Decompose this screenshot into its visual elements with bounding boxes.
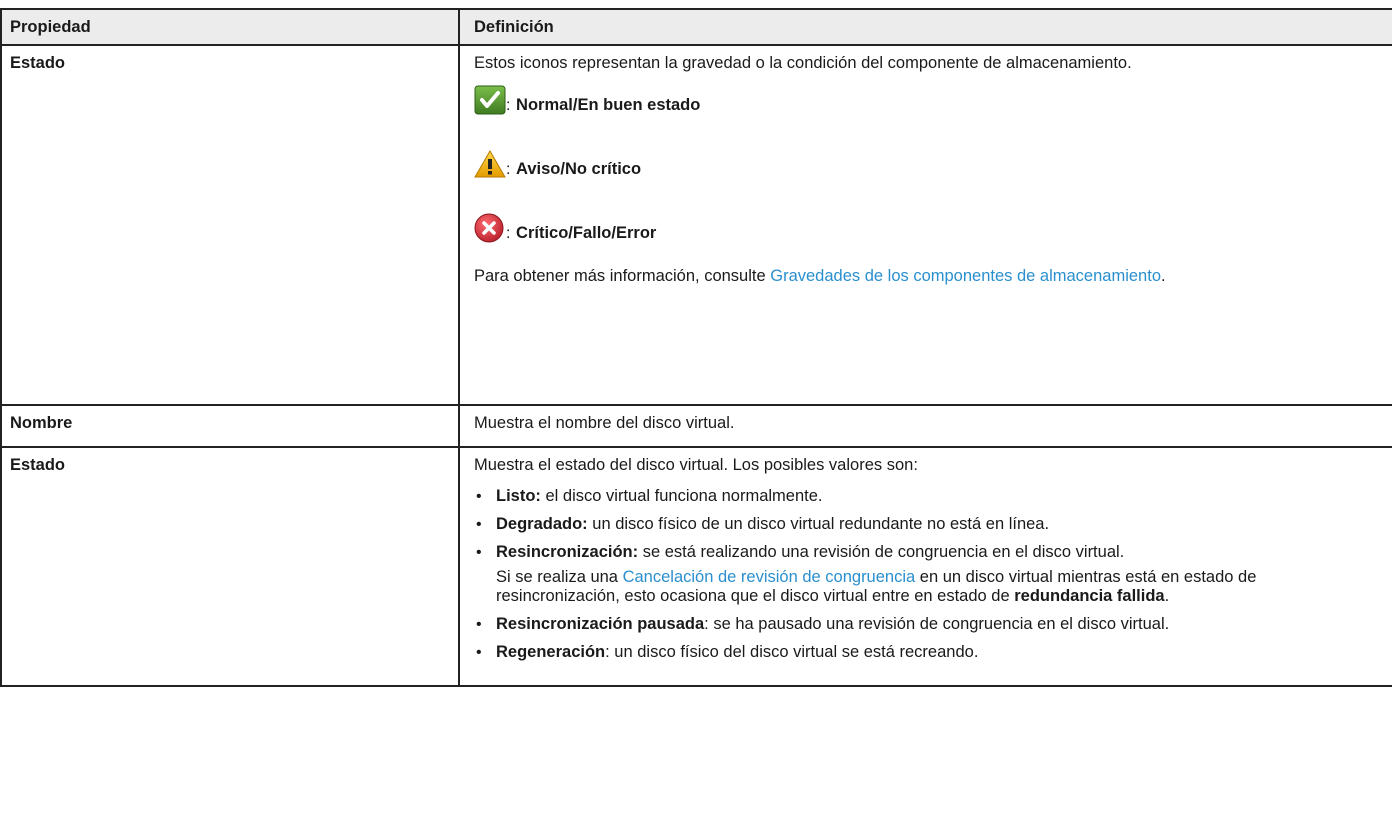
bullet: • xyxy=(476,516,482,533)
more-info-text: Para obtener más información, consulte G… xyxy=(474,267,1234,286)
bullet: • xyxy=(476,644,482,661)
error-icon xyxy=(474,213,506,243)
table-row: Estado Estos iconos representan la grave… xyxy=(0,44,1392,406)
cancel-consistency-check-link[interactable]: Cancelación de revisión de congruencia xyxy=(623,568,916,586)
note-bold: redundancia fallida xyxy=(1014,587,1165,605)
severity-warning: : Aviso/No crítico xyxy=(474,147,1378,179)
severity-warning-label: Aviso/No crítico xyxy=(516,160,642,178)
property-cell: Estado xyxy=(0,446,460,687)
resync-note: Si se realiza una Cancelación de revisió… xyxy=(496,568,1378,606)
state-term: Resincronización pausada xyxy=(496,615,705,633)
severity-critical: : Crítico/Fallo/Error xyxy=(474,211,1378,243)
check-icon xyxy=(474,85,506,115)
state-text: un disco físico de un disco virtual redu… xyxy=(587,515,1050,533)
states-intro: Muestra el estado del disco virtual. Los… xyxy=(474,456,918,474)
severities-link[interactable]: Gravedades de los componentes de almacen… xyxy=(770,267,1161,285)
state-term: Resincronización: xyxy=(496,543,639,561)
severity-critical-label: Crítico/Fallo/Error xyxy=(516,224,657,242)
warning-icon xyxy=(474,149,506,179)
definition-cell: Muestra el nombre del disco virtual. xyxy=(458,404,1392,448)
severity-intro: Estos iconos representan la gravedad o l… xyxy=(474,54,1132,72)
bullet: • xyxy=(476,544,482,561)
state-term: Listo: xyxy=(496,487,541,505)
table-header-row: Propiedad Definición xyxy=(0,8,1392,46)
more-info-suffix: . xyxy=(1161,267,1166,285)
property-cell: Nombre xyxy=(0,404,460,448)
list-item: • Degradado: un disco físico de un disco… xyxy=(474,515,1378,534)
header-definicion: Definición xyxy=(458,8,1392,46)
severity-normal: : Normal/En buen estado xyxy=(474,83,1378,115)
list-item: • Resincronización: se está realizando u… xyxy=(474,543,1378,606)
definition-cell: Estos iconos representan la gravedad o l… xyxy=(458,44,1392,406)
list-item: • Regeneración: un disco físico del disc… xyxy=(474,643,1378,662)
bullet: • xyxy=(476,616,482,633)
severity-normal-label: Normal/En buen estado xyxy=(516,96,701,114)
property-cell: Estado xyxy=(0,44,460,406)
state-text: se está realizando una revisión de congr… xyxy=(638,543,1125,561)
note-prefix: Si se realiza una xyxy=(496,568,623,586)
definition-cell: Muestra el estado del disco virtual. Los… xyxy=(458,446,1392,687)
table-row: Estado Muestra el estado del disco virtu… xyxy=(0,446,1392,687)
state-text: : se ha pausado una revisión de congruen… xyxy=(704,615,1170,633)
state-term: Degradado: xyxy=(496,515,588,533)
states-list: • Listo: el disco virtual funciona norma… xyxy=(474,487,1378,662)
bullet: • xyxy=(476,488,482,505)
state-term: Regeneración xyxy=(496,643,606,661)
list-item: • Resincronización pausada: se ha pausad… xyxy=(474,615,1378,634)
header-propiedad: Propiedad xyxy=(0,8,460,46)
list-item: • Listo: el disco virtual funciona norma… xyxy=(474,487,1378,506)
properties-table: Propiedad Definición Estado Estos iconos… xyxy=(0,8,1392,687)
state-text: el disco virtual funciona normalmente. xyxy=(540,487,823,505)
more-info-prefix: Para obtener más información, consulte xyxy=(474,267,771,285)
note-suffix: . xyxy=(1164,587,1170,605)
table-row: Nombre Muestra el nombre del disco virtu… xyxy=(0,404,1392,448)
state-text: : un disco físico del disco virtual se e… xyxy=(605,643,979,661)
